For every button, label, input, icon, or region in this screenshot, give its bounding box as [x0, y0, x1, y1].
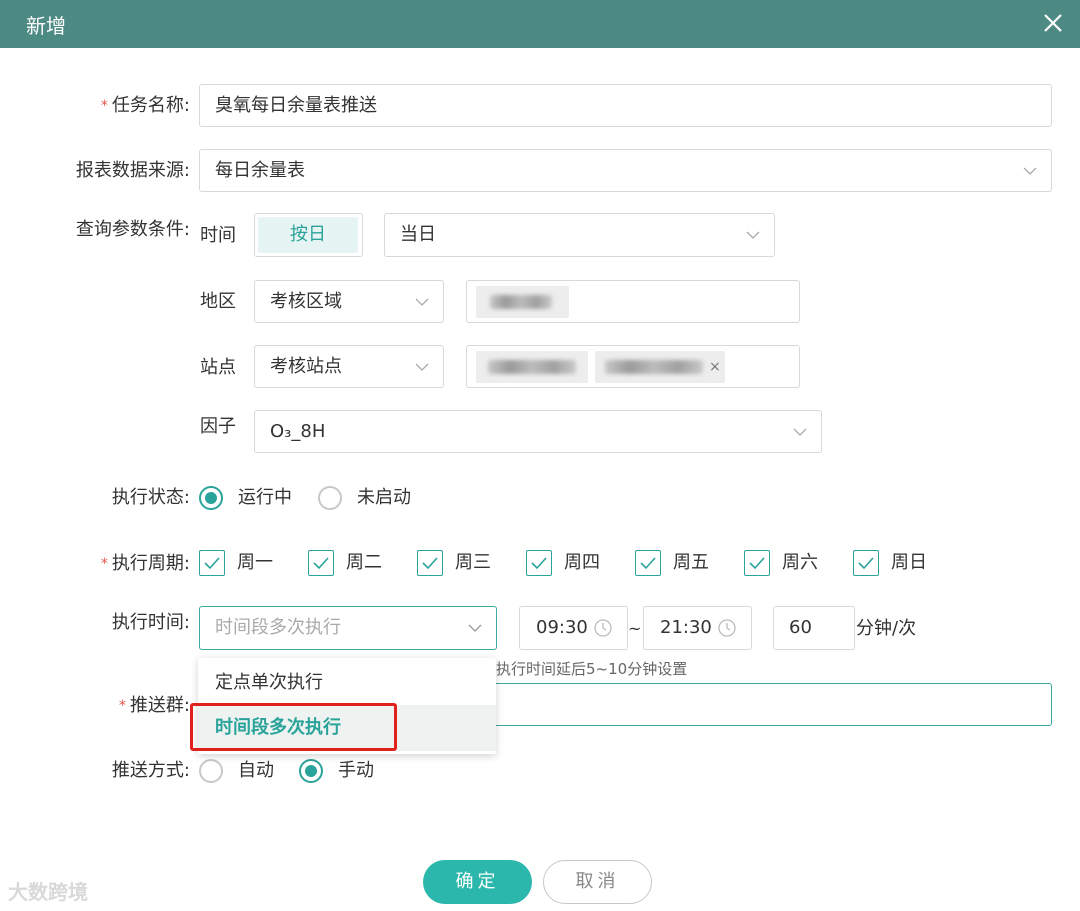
exec-status-label: 执行状态:	[111, 487, 190, 508]
dialog-title: 新增	[26, 14, 66, 38]
radio-manual[interactable]	[299, 759, 323, 783]
day-checkbox[interactable]	[526, 550, 552, 576]
redacted-text	[605, 360, 703, 374]
chevron-down-icon	[415, 363, 429, 371]
time-range-separator: ~	[628, 619, 642, 638]
radio-running[interactable]	[199, 486, 223, 510]
day-checkbox-label: 周三	[455, 552, 491, 573]
region-value-select[interactable]	[466, 280, 800, 323]
site-tag	[476, 351, 588, 383]
radio-running-label: 运行中	[238, 487, 292, 508]
query-conditions-label: 查询参数条件:	[75, 219, 190, 240]
radio-not-started[interactable]	[318, 486, 342, 510]
day-checkbox-label: 周六	[782, 552, 818, 573]
day-checkbox[interactable]	[308, 550, 334, 576]
site-tag: ×	[595, 351, 725, 383]
exec-time-hint: 执行时间延后5~10分钟设置	[496, 660, 688, 678]
day-checkbox-label: 周日	[891, 552, 927, 573]
day-checkbox[interactable]	[853, 550, 879, 576]
report-source-select[interactable]: 每日余量表	[199, 149, 1052, 192]
highlight-box	[190, 703, 397, 751]
check-icon	[204, 557, 220, 570]
day-checkbox-label: 周二	[346, 552, 382, 573]
task-name-input[interactable]: 臭氧每日余量表推送	[199, 84, 1052, 127]
start-time-picker[interactable]: 09:30	[519, 606, 628, 650]
clock-icon	[594, 619, 612, 637]
dialog-header: 新增	[0, 0, 1080, 48]
factor-select[interactable]: O₃_8H	[254, 410, 822, 453]
push-mode-label: 推送方式:	[111, 760, 190, 781]
site-type-select[interactable]: 考核站点	[254, 345, 444, 388]
redacted-text	[488, 360, 576, 374]
day-checkbox-label: 周一	[237, 552, 273, 573]
redacted-text	[490, 295, 552, 309]
time-range-select[interactable]: 当日	[384, 213, 775, 257]
dropdown-option-single[interactable]: 定点单次执行	[198, 660, 496, 706]
exec-mode-select[interactable]: 时间段多次执行	[199, 606, 497, 650]
required-mark: *	[100, 98, 108, 114]
region-type-select[interactable]: 考核区域	[254, 280, 444, 323]
radio-not-started-label: 未启动	[357, 487, 411, 508]
confirm-button[interactable]: 确定	[423, 860, 532, 904]
close-icon[interactable]	[1038, 8, 1068, 38]
check-icon	[640, 557, 656, 570]
factor-label: 因子	[200, 416, 236, 437]
chevron-down-icon	[1023, 167, 1037, 175]
day-checkbox[interactable]	[417, 550, 443, 576]
chevron-down-icon	[746, 231, 760, 239]
watermark: 大数跨境	[8, 880, 88, 904]
day-checkbox-label: 周五	[673, 552, 709, 573]
exec-cycle-label: * 执行周期:	[100, 553, 190, 574]
task-name-label: * 任务名称:	[100, 95, 190, 116]
tag-close-icon[interactable]: ×	[709, 355, 721, 379]
day-checkbox[interactable]	[199, 550, 225, 576]
end-time-picker[interactable]: 21:30	[643, 606, 752, 650]
required-mark: *	[118, 698, 126, 714]
exec-time-label: 执行时间:	[111, 612, 190, 633]
check-icon	[531, 557, 547, 570]
radio-auto[interactable]	[199, 759, 223, 783]
cancel-button[interactable]: 取消	[543, 860, 652, 904]
chevron-down-icon	[415, 298, 429, 306]
day-checkbox[interactable]	[744, 550, 770, 576]
time-label: 时间	[200, 225, 236, 246]
chevron-down-icon	[468, 624, 482, 632]
region-tag	[476, 286, 569, 318]
check-icon	[749, 557, 765, 570]
site-value-select[interactable]: ×	[466, 345, 800, 388]
interval-input[interactable]: 60	[773, 606, 855, 650]
chevron-down-icon	[793, 428, 807, 436]
required-mark: *	[100, 556, 108, 572]
report-source-label: 报表数据来源:	[75, 160, 190, 181]
by-day-button[interactable]: 按日	[258, 217, 358, 253]
interval-unit: 分钟/次	[856, 618, 917, 639]
radio-auto-label: 自动	[238, 760, 274, 781]
check-icon	[313, 557, 329, 570]
clock-icon	[718, 619, 736, 637]
radio-manual-label: 手动	[338, 760, 374, 781]
day-checkbox[interactable]	[635, 550, 661, 576]
site-label: 站点	[200, 357, 236, 378]
region-label: 地区	[200, 291, 236, 312]
push-group-label: * 推送群:	[118, 695, 190, 716]
check-icon	[858, 557, 874, 570]
check-icon	[422, 557, 438, 570]
day-checkbox-label: 周四	[564, 552, 600, 573]
